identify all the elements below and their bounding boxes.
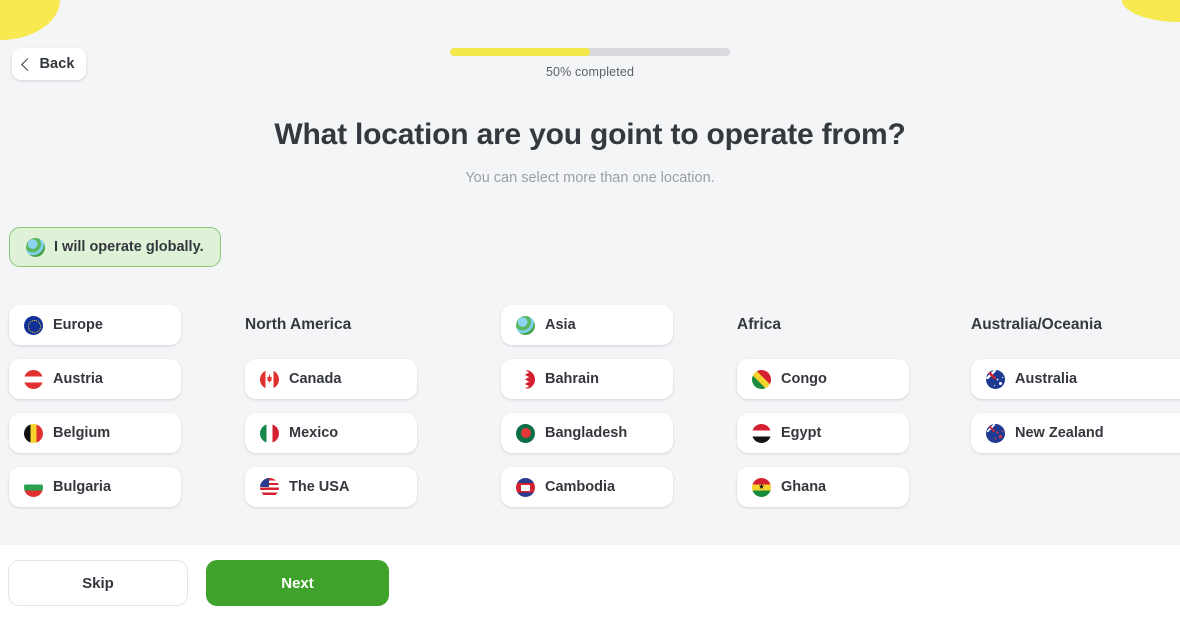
flag-bahrain-icon [516, 369, 535, 389]
page-title: What location are you goint to operate f… [274, 118, 906, 151]
flag-new-zealand-icon [986, 423, 1005, 443]
region-column: Asia Bahrain Bangladesh Cambodia [501, 305, 673, 521]
country-option-label: Egypt [781, 425, 822, 441]
country-option-bangladesh[interactable]: Bangladesh [501, 413, 673, 453]
region-column: Europe Austria Belgium Bulgaria [9, 305, 181, 521]
globe-icon [516, 315, 535, 335]
region-heading: North America [245, 316, 352, 333]
country-option-bulgaria[interactable]: Bulgaria [9, 467, 181, 507]
country-option-austria[interactable]: Austria [9, 359, 181, 399]
flag-bangladesh-icon [516, 423, 535, 443]
region-column: North America Canada Mexico The USA [245, 305, 417, 521]
country-option-label: New Zealand [1015, 425, 1104, 441]
country-option-canada[interactable]: Canada [245, 359, 417, 399]
decorative-yellow-corner-left [0, 0, 60, 40]
country-option-label: Belgium [53, 425, 111, 441]
flag-bulgaria-icon [24, 477, 43, 497]
flag-congo-icon [752, 369, 771, 389]
region-column: Australia/Oceania Australia New Zealand [971, 305, 1180, 467]
region-column: Africa Congo Egypt Ghana [737, 305, 909, 521]
country-option-label: Mexico [289, 425, 339, 441]
flag-cambodia-icon [516, 477, 535, 497]
country-option-ghana[interactable]: Ghana [737, 467, 909, 507]
country-option-label: Bangladesh [545, 425, 628, 441]
country-option-label: Austria [53, 371, 103, 387]
region-card-asia[interactable]: Asia [501, 305, 673, 345]
progress-bar-track [450, 48, 730, 56]
flag-belgium-icon [24, 423, 43, 443]
country-option-new-zealand[interactable]: New Zealand [971, 413, 1180, 453]
flag-ghana-icon [752, 477, 771, 497]
onboarding-location-screen: Back 50% completed What location are you… [0, 0, 1180, 621]
progress-label: 50% completed [545, 65, 635, 79]
flag-austria-icon [24, 369, 43, 389]
progress-bar-fill [450, 48, 590, 56]
country-option-egypt[interactable]: Egypt [737, 413, 909, 453]
flag-egypt-icon [752, 423, 771, 443]
flag-canada-icon [260, 369, 279, 389]
country-option-cambodia[interactable]: Cambodia [501, 467, 673, 507]
country-option-label: Ghana [781, 479, 827, 495]
country-option-the-usa[interactable]: The USA [245, 467, 417, 507]
country-option-label: Canada [289, 371, 342, 387]
region-card-label: Europe [53, 317, 103, 333]
country-option-congo[interactable]: Congo [737, 359, 909, 399]
flag-australia-icon [986, 369, 1005, 389]
country-option-label: Congo [781, 371, 827, 387]
country-option-label: Bulgaria [53, 479, 112, 495]
country-option-label: Cambodia [545, 479, 616, 495]
progress-section: 50% completed [0, 48, 1180, 79]
country-option-belgium[interactable]: Belgium [9, 413, 181, 453]
country-option-australia[interactable]: Australia [971, 359, 1180, 399]
country-option-label: Bahrain [545, 371, 599, 387]
footer-actions: Skip Next [0, 545, 1180, 621]
country-option-mexico[interactable]: Mexico [245, 413, 417, 453]
option-operate-globally-label: I will operate globally. [54, 239, 204, 255]
country-option-label: The USA [289, 479, 350, 495]
next-button[interactable]: Next [206, 560, 389, 606]
globe-icon [26, 237, 45, 257]
region-heading: Australia/Oceania [971, 316, 1102, 333]
region-heading: Africa [737, 316, 781, 333]
flag-mexico-icon [260, 423, 279, 443]
region-columns: Europe Austria Belgium Bulgaria North Americ… [0, 305, 1180, 545]
country-option-bahrain[interactable]: Bahrain [501, 359, 673, 399]
flag-eu-icon [24, 315, 43, 335]
page-subtitle: You can select more than one location. [465, 170, 715, 186]
country-option-label: Australia [1015, 371, 1078, 387]
region-card-europe[interactable]: Europe [9, 305, 181, 345]
option-operate-globally[interactable]: I will operate globally. [9, 227, 221, 267]
flag-usa-icon [260, 477, 279, 497]
skip-button[interactable]: Skip [8, 560, 188, 606]
decorative-yellow-corner-right [1122, 0, 1180, 22]
region-card-label: Asia [545, 317, 576, 333]
